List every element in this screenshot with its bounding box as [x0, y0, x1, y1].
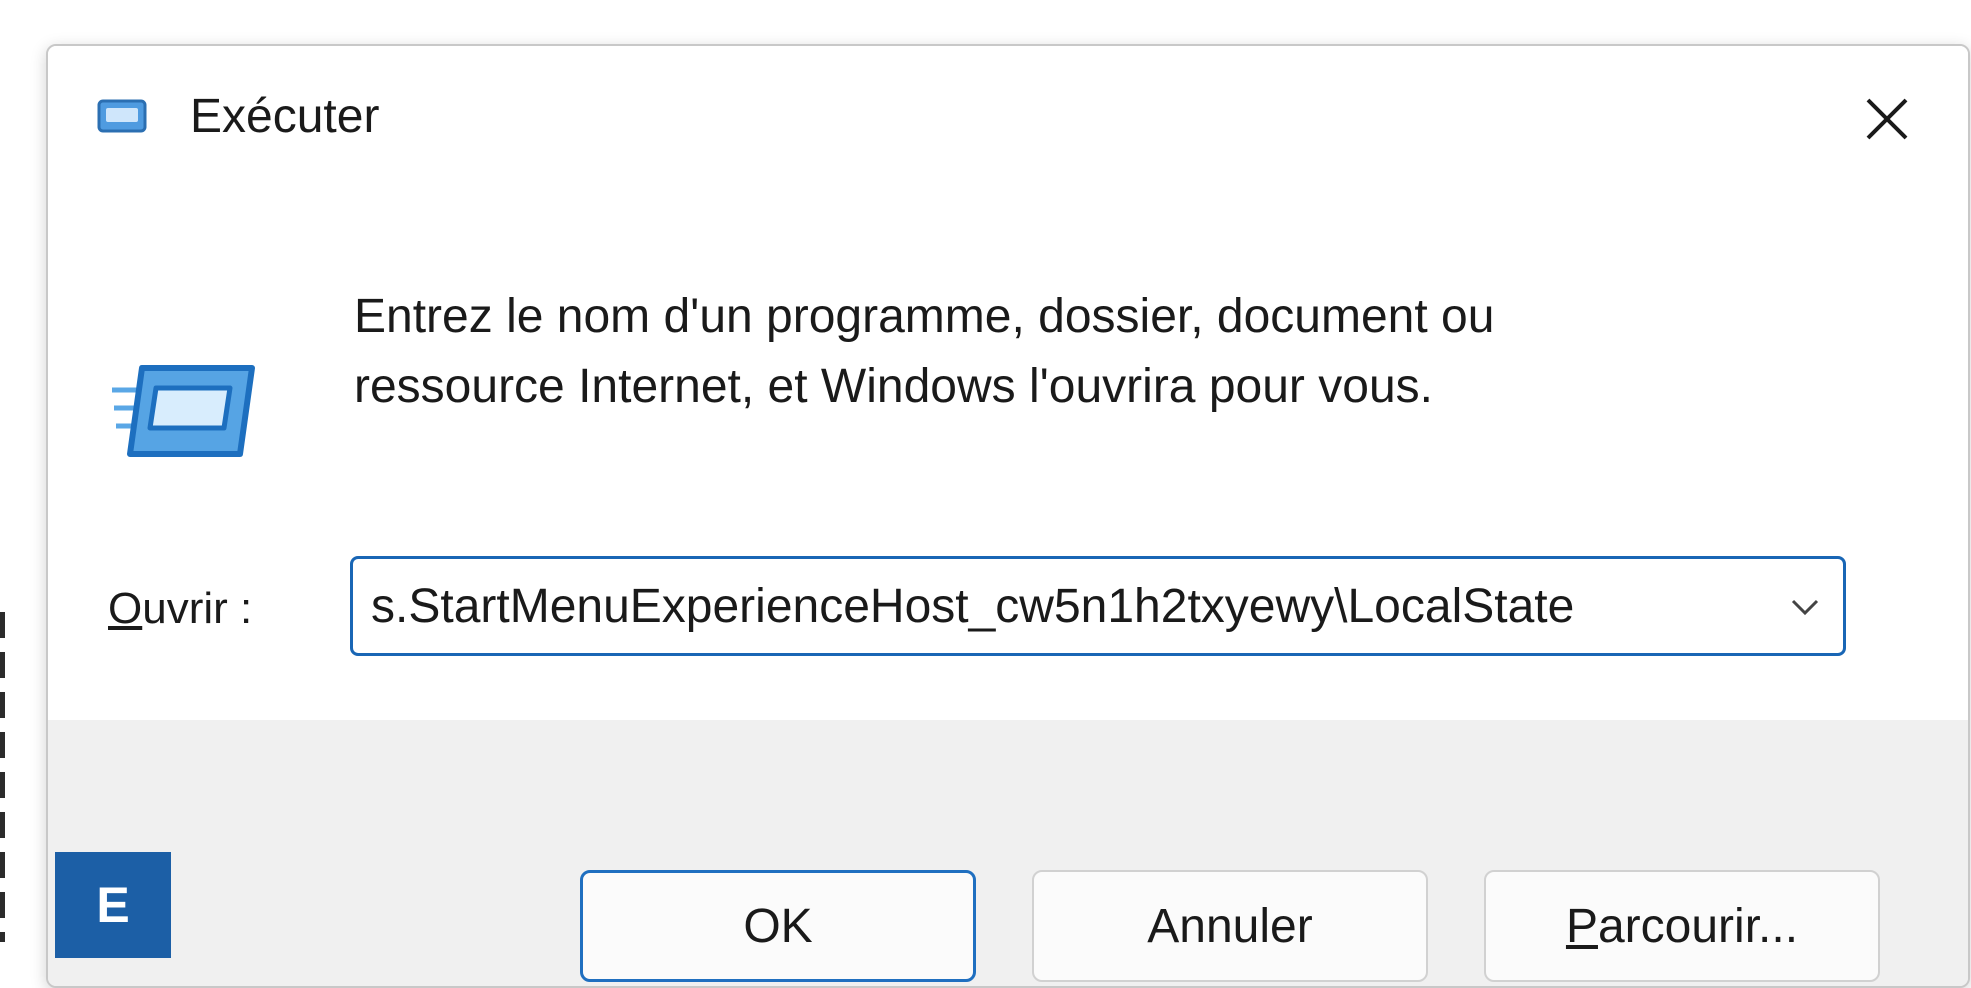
chevron-down-icon[interactable]	[1785, 589, 1825, 623]
cancel-button[interactable]: Annuler	[1032, 870, 1428, 982]
browse-label-rest: arcourir...	[1597, 899, 1799, 953]
open-label-accelerator: O	[108, 584, 143, 633]
close-icon	[1866, 98, 1908, 140]
description-line-1: Entrez le nom d'un programme, dossier, d…	[354, 290, 1495, 343]
title-bar[interactable]: Exécuter	[48, 46, 1968, 186]
browse-label-accelerator: P	[1565, 899, 1598, 953]
open-label: Ouvrir :	[108, 584, 252, 634]
open-label-rest: uvrir :	[142, 584, 253, 633]
browse-label: Parcourir...	[1566, 899, 1798, 954]
ok-button[interactable]: OK	[580, 870, 976, 982]
run-dialog: Exécuter Entrez le nom d'un programme, d…	[46, 44, 1970, 988]
dialog-content: Entrez le nom d'un programme, dossier, d…	[48, 186, 1968, 720]
open-combobox[interactable]: s.StartMenuExperienceHost_cw5n1h2txyewy\…	[350, 556, 1846, 656]
description-text: Entrez le nom d'un programme, dossier, d…	[354, 282, 1854, 422]
button-bar: OK Annuler Parcourir...	[48, 720, 1968, 986]
window-title: Exécuter	[190, 90, 380, 143]
open-input[interactable]: s.StartMenuExperienceHost_cw5n1h2txyewy\…	[371, 579, 1731, 635]
corner-badge: E	[55, 852, 171, 958]
close-button[interactable]	[1852, 84, 1922, 154]
run-dialog-icon	[97, 99, 147, 133]
browse-button[interactable]: Parcourir...	[1484, 870, 1880, 982]
description-line-2: ressource Internet, et Windows l'ouvrira…	[354, 360, 1433, 413]
vertical-side-text	[0, 612, 5, 942]
run-program-icon	[112, 365, 255, 457]
left-margin-strip	[0, 0, 44, 958]
